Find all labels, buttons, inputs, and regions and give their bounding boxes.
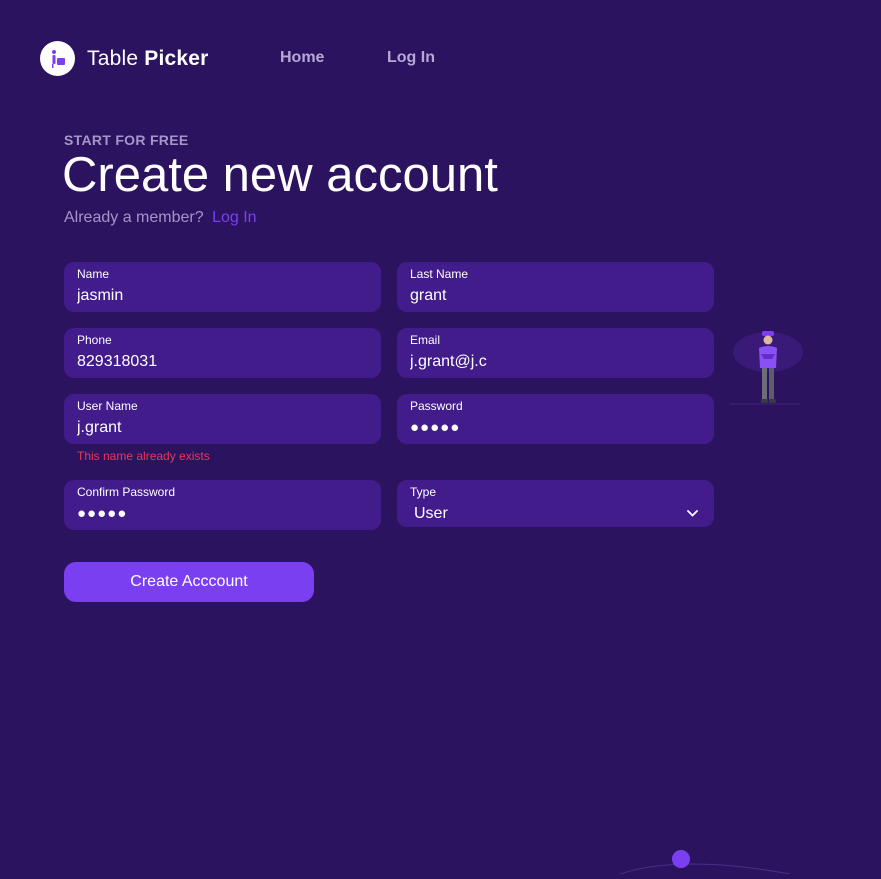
chevron-down-icon[interactable]	[687, 504, 698, 522]
name-field[interactable]: Name jasmin	[64, 262, 381, 312]
phone-label: Phone	[77, 333, 112, 347]
phone-input[interactable]: 829318031	[77, 353, 368, 371]
decorative-orbit	[600, 840, 800, 879]
waiter-illustration	[725, 326, 805, 413]
type-select[interactable]: Type User	[397, 480, 714, 527]
email-label: Email	[410, 333, 441, 347]
page-title: Create new account	[62, 148, 498, 202]
create-account-button[interactable]: Create Acccount	[64, 562, 314, 602]
member-login-link[interactable]: Log In	[212, 209, 256, 226]
person-table-icon	[40, 41, 75, 76]
name-label: Name	[77, 267, 110, 281]
username-error: This name already exists	[77, 449, 210, 463]
brand-name: Table Picker	[87, 47, 209, 71]
brand-name-regular: Table	[87, 46, 145, 70]
last-name-field[interactable]: Last Name grant	[397, 262, 714, 312]
email-input[interactable]: j.grant@j.c	[410, 353, 701, 371]
name-input[interactable]: jasmin	[77, 287, 368, 305]
member-text: Already a member?	[64, 209, 204, 226]
brand-logo[interactable]: Table Picker	[40, 41, 209, 76]
last-name-input[interactable]: grant	[410, 287, 701, 305]
nav-login-link[interactable]: Log In	[387, 49, 435, 67]
username-label: User Name	[77, 399, 138, 413]
type-label: Type	[410, 485, 437, 499]
confirm-password-input[interactable]: ●●●●●	[77, 505, 368, 523]
last-name-label: Last Name	[410, 267, 469, 281]
password-input[interactable]: ●●●●●	[410, 419, 701, 437]
email-field[interactable]: Email j.grant@j.c	[397, 328, 714, 378]
password-field[interactable]: Password ●●●●●	[397, 394, 714, 444]
confirm-password-field[interactable]: Confirm Password ●●●●●	[64, 480, 381, 530]
brand-name-bold: Picker	[144, 46, 209, 70]
member-prompt: Already a member? Log In	[64, 209, 257, 227]
username-input[interactable]: j.grant	[77, 419, 368, 437]
nav-home-link[interactable]: Home	[280, 49, 324, 67]
confirm-password-label: Confirm Password	[77, 485, 176, 499]
password-label: Password	[410, 399, 463, 413]
username-field[interactable]: User Name j.grant	[64, 394, 381, 444]
type-selected-value[interactable]: User	[414, 505, 701, 523]
phone-field[interactable]: Phone 829318031	[64, 328, 381, 378]
eyebrow-text: START FOR FREE	[64, 132, 189, 148]
